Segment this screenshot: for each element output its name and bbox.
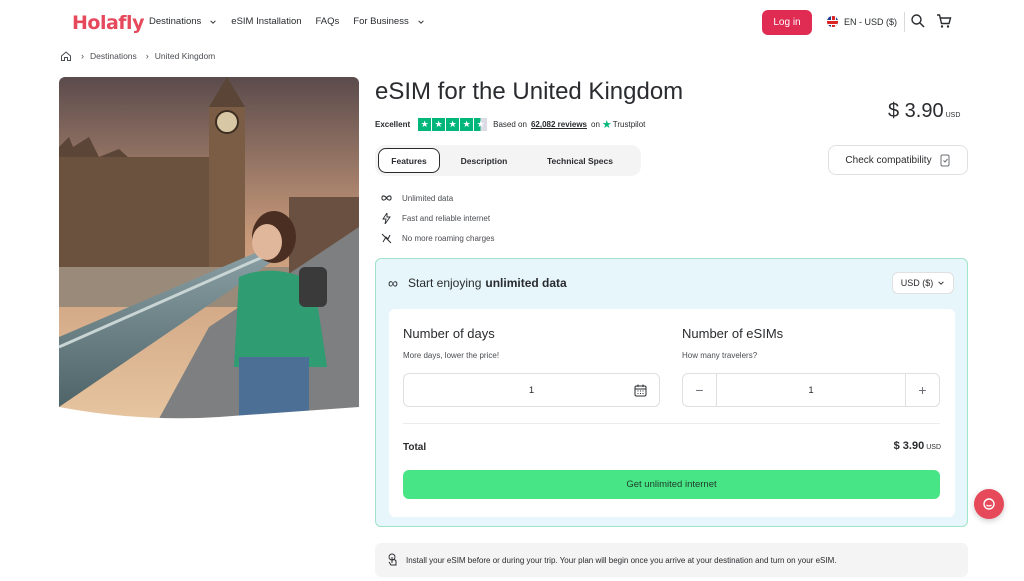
tap-hand-icon: [388, 553, 397, 566]
breadcrumb-current: United Kingdom: [154, 51, 216, 61]
plan-heading-bold: unlimited data: [485, 276, 567, 290]
banner-text: Install your eSIM before or during your …: [406, 555, 837, 565]
language-selector[interactable]: EN - USD ($): [827, 16, 897, 27]
star-icon: ★: [460, 118, 474, 131]
calendar-icon: [634, 384, 647, 397]
chevron-down-icon: [938, 281, 944, 285]
no-roaming-icon: [381, 233, 392, 244]
product-title: eSIM for the United Kingdom: [375, 78, 684, 105]
half-star-icon: ★: [474, 118, 488, 131]
price-value: $ 3.90: [888, 100, 944, 122]
install-info-banner: Install your eSIM before or during your …: [375, 543, 968, 577]
home-icon[interactable]: [60, 50, 72, 62]
rating-stars: ★ ★ ★ ★ ★: [418, 118, 488, 131]
language-label: EN - USD ($): [844, 16, 898, 27]
header-divider: [904, 12, 905, 32]
trustpilot-rating: Excellent ★ ★ ★ ★ ★ Based on 62,082 revi…: [375, 118, 645, 131]
price-currency: USD: [945, 112, 961, 119]
trustpilot-star-icon: ★: [601, 119, 612, 131]
hero-image: [59, 77, 359, 437]
infinity-icon: [381, 193, 392, 204]
days-subtitle: More days, lower the price!: [403, 351, 500, 360]
currency-select-value: USD ($): [900, 278, 934, 288]
nav-esim-installation[interactable]: eSIM Installation: [231, 16, 301, 27]
nav-destinations-label: Destinations: [149, 16, 202, 27]
currency-select[interactable]: USD ($): [892, 272, 954, 294]
chevron-down-icon: [210, 19, 217, 24]
site-header: Holafly Destinations eSIM Installation F…: [0, 0, 1024, 44]
nav-faqs[interactable]: FAQs: [316, 16, 340, 27]
plan-heading-prefix: Start enjoying: [407, 276, 482, 290]
increment-button[interactable]: +: [906, 374, 939, 406]
feature-item: No more roaming charges: [381, 228, 494, 248]
esims-value[interactable]: 1: [716, 374, 906, 406]
nav-destinations[interactable]: Destinations: [149, 16, 217, 27]
nav-faqs-label: FAQs: [315, 16, 340, 27]
tab-description[interactable]: Description: [440, 148, 528, 173]
plan-card: ∞ Start enjoying unlimited data USD ($) …: [375, 258, 968, 527]
chat-icon: [983, 498, 995, 510]
plan-options: Number of days More days, lower the pric…: [389, 309, 955, 517]
trustpilot-label: Trustpilot: [612, 120, 646, 129]
esims-quantity-stepper: − 1 +: [682, 373, 940, 407]
feature-label: Fast and reliable internet: [402, 213, 491, 223]
total-value: $ 3.90 USD: [894, 440, 941, 452]
feature-item: Fast and reliable internet: [381, 208, 494, 228]
tab-features[interactable]: Features: [378, 148, 440, 173]
total-amount: $ 3.90: [893, 440, 925, 452]
holafly-logo[interactable]: Holafly: [72, 12, 144, 34]
chat-support-button[interactable]: [974, 489, 1004, 519]
get-unlimited-internet-button[interactable]: Get unlimited internet: [403, 470, 940, 499]
breadcrumb-destinations[interactable]: Destinations: [90, 51, 137, 61]
nav-esim-installation-label: eSIM Installation: [231, 16, 302, 27]
days-value: 1: [528, 384, 535, 396]
cart-icon[interactable]: [936, 13, 952, 29]
star-icon: ★: [432, 118, 446, 131]
product-tabs: Features Description Technical Specs: [375, 145, 641, 176]
main-nav: Destinations eSIM Installation FAQs For …: [149, 16, 439, 27]
check-compatibility-button[interactable]: Check compatibility: [828, 145, 968, 175]
feature-label: No more roaming charges: [402, 233, 495, 243]
breadcrumb-separator: ›: [145, 51, 149, 61]
star-icon: ★: [418, 118, 432, 131]
search-icon[interactable]: [910, 13, 926, 29]
product-price: $ 3.90 USD: [888, 100, 960, 123]
plan-heading: ∞ Start enjoying unlimited data: [388, 275, 567, 291]
lightning-icon: [381, 212, 392, 224]
nav-for-business-label: For Business: [353, 16, 409, 27]
days-date-picker[interactable]: 1: [403, 373, 660, 407]
phone-check-icon: [940, 154, 950, 166]
feature-item: Unlimited data: [381, 188, 494, 208]
chevron-down-icon: [417, 19, 424, 24]
uk-flag-icon: [827, 16, 838, 27]
check-compatibility-label: Check compatibility: [845, 154, 932, 166]
rating-label: Excellent: [375, 120, 411, 129]
nav-for-business[interactable]: For Business: [353, 16, 424, 27]
london-traveler-photo: [59, 77, 359, 437]
decrement-button[interactable]: −: [683, 374, 716, 406]
plan-divider: [403, 423, 940, 424]
reviews-link[interactable]: 62,082 reviews: [531, 120, 587, 129]
total-label: Total: [403, 442, 427, 453]
star-icon: ★: [446, 118, 460, 131]
total-currency: USD: [926, 444, 941, 451]
rating-prefix: Based on: [493, 120, 527, 129]
rating-on: on: [591, 120, 600, 129]
feature-label: Unlimited data: [402, 193, 454, 203]
esims-subtitle: How many travelers?: [682, 351, 758, 360]
esims-title: Number of eSIMs: [682, 326, 784, 341]
breadcrumb-separator: ›: [81, 51, 84, 61]
tab-technical-specs[interactable]: Technical Specs: [528, 148, 632, 173]
login-button[interactable]: Log in: [762, 10, 812, 35]
days-title: Number of days: [403, 326, 495, 341]
infinity-icon: ∞: [388, 275, 398, 291]
trustpilot-logo[interactable]: ★ Trustpilot: [602, 118, 645, 131]
feature-list: Unlimited data Fast and reliable interne…: [381, 188, 494, 248]
breadcrumb: › Destinations › United Kingdom: [60, 50, 215, 62]
